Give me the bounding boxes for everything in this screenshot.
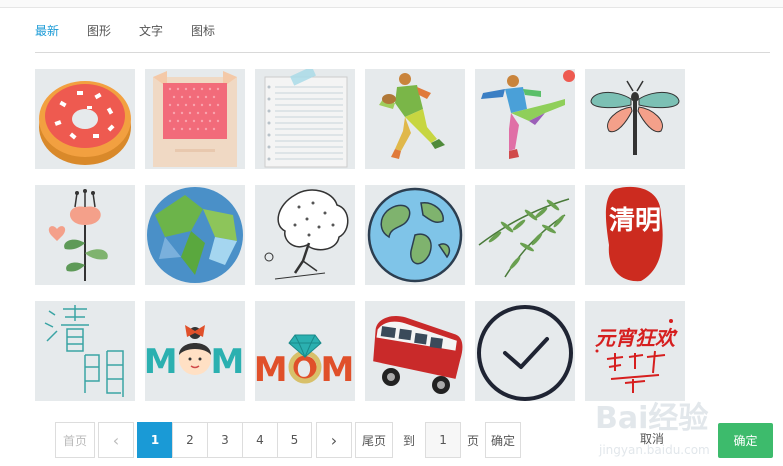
cancel-button[interactable]: 取消 <box>640 430 664 447</box>
tile-mom-ring[interactable]: MOM <box>255 301 355 401</box>
flower-icon <box>48 189 108 281</box>
page-button-2[interactable]: 2 <box>172 422 207 458</box>
tile-tree-sketch[interactable] <box>255 185 355 285</box>
yuanxiao-text: 元宵狂欢 <box>595 326 678 350</box>
mom-ring-icon: MOM <box>255 334 354 390</box>
category-tabs: 最新 图形 文字 图标 <box>35 22 243 42</box>
page-button-4[interactable]: 4 <box>242 422 277 458</box>
tile-check-circle[interactable] <box>475 301 575 401</box>
goto-confirm-button[interactable]: 确定 <box>485 422 522 458</box>
yuanxiao-calligraphy-icon: 元宵狂欢 <box>595 319 678 393</box>
polaroid-icon <box>153 71 237 167</box>
tabs-divider <box>35 52 770 53</box>
qingming-seal-icon: 清明 <box>605 186 663 282</box>
page-unit-label: 页 <box>467 433 480 448</box>
van-icon <box>373 316 463 394</box>
prev-page-button[interactable]: ‹ <box>98 422 134 458</box>
tab-shapes[interactable]: 图形 <box>87 22 111 42</box>
tile-mom-girl[interactable]: MOM <box>145 301 245 401</box>
tile-runner[interactable] <box>365 69 465 169</box>
page-number-input[interactable] <box>425 422 462 458</box>
first-page-button[interactable]: 首页 <box>55 422 95 458</box>
tab-icons[interactable]: 图标 <box>191 22 215 42</box>
page-button-1[interactable]: 1 <box>137 422 172 458</box>
last-page-button[interactable]: 尾页 <box>355 422 393 458</box>
page-button-5[interactable]: 5 <box>277 422 312 458</box>
soccer-player-icon <box>481 70 575 159</box>
tile-dragonfly[interactable] <box>585 69 685 169</box>
seal-text-top: 清明 <box>609 206 661 236</box>
globe-icon <box>147 187 243 283</box>
tile-willow[interactable] <box>475 185 575 285</box>
tab-latest[interactable]: 最新 <box>35 22 59 42</box>
dragonfly-icon <box>590 80 680 155</box>
donut-icon <box>39 81 131 165</box>
page-button-3[interactable]: 3 <box>207 422 242 458</box>
top-border <box>0 0 783 8</box>
tile-qingming-seal[interactable]: 清明 <box>585 185 685 285</box>
tile-flower[interactable] <box>35 185 135 285</box>
rugby-player-icon <box>379 73 445 159</box>
tree-icon <box>264 189 349 280</box>
notepaper-icon <box>264 69 348 168</box>
goto-label: 到 <box>403 433 416 448</box>
tile-qingming-line[interactable] <box>35 301 135 401</box>
check-circle-icon <box>477 305 573 401</box>
tile-notepaper[interactable] <box>255 69 355 169</box>
mom-girl-icon: MOM <box>145 325 244 382</box>
next-page-button[interactable]: › <box>316 422 352 458</box>
tab-text[interactable]: 文字 <box>139 22 163 42</box>
tile-globe-lowpoly[interactable] <box>145 185 245 285</box>
earth-icon <box>367 187 463 283</box>
willow-branch-icon <box>478 198 570 278</box>
tile-yuanxiao[interactable]: 元宵狂欢 <box>585 301 685 401</box>
tile-globe-cartoon[interactable] <box>365 185 465 285</box>
tile-donut[interactable] <box>35 69 135 169</box>
tile-vw-bus[interactable] <box>365 301 465 401</box>
pagination: 首页 ‹ 1 2 3 4 5 › 尾页 到 页 确定 <box>55 422 522 458</box>
tile-kicker[interactable] <box>475 69 575 169</box>
tile-polaroid[interactable] <box>145 69 245 169</box>
ok-button[interactable]: 确定 <box>718 423 773 458</box>
qingming-calligraphy-icon <box>44 305 124 397</box>
